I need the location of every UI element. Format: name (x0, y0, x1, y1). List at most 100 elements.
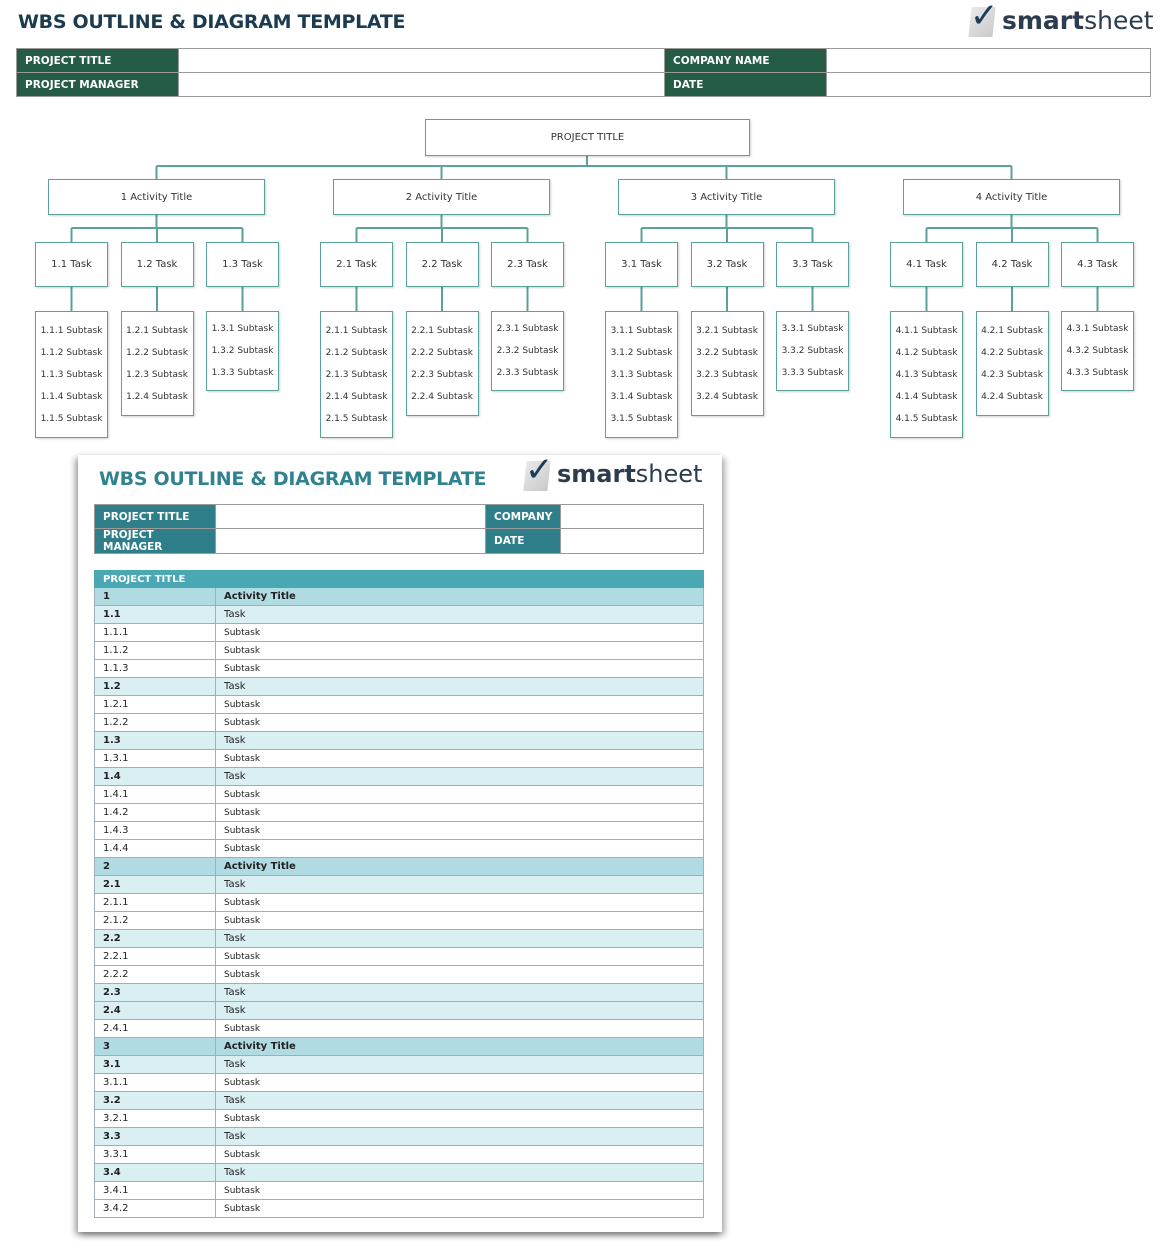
wbs-number[interactable]: 1.3.1 (94, 749, 216, 768)
wbs-description[interactable]: Task (215, 875, 704, 894)
root-node[interactable]: PROJECT TITLE (425, 119, 750, 156)
task-row[interactable]: 2.3 Task (94, 983, 704, 1002)
task-node[interactable]: 3.3 Task (776, 242, 849, 287)
wbs-number[interactable]: 2 (94, 857, 216, 876)
wbs-number[interactable]: 2.3 (94, 983, 216, 1002)
subtask-row[interactable]: 1.2.2 Subtask (94, 713, 704, 732)
wbs-number[interactable]: 3.4.2 (94, 1199, 216, 1218)
wbs-number[interactable]: 1.4.1 (94, 785, 216, 804)
task-node[interactable]: 4.2 Task (975, 242, 1049, 287)
subtask-item[interactable]: 1.1.2 Subtask (36, 346, 107, 368)
subtask-item[interactable]: 3.3.1 Subtask (777, 322, 848, 344)
subtask-row[interactable]: 1.1.2 Subtask (94, 641, 704, 660)
subtask-item[interactable]: 4.2.3 Subtask (977, 368, 1048, 390)
wbs-description[interactable]: Subtask (215, 1073, 704, 1092)
task-node[interactable]: 2.2 Task (405, 242, 479, 287)
subtask-row[interactable]: 2.2.1 Subtask (94, 947, 704, 966)
wbs-description[interactable]: Subtask (215, 1145, 704, 1164)
subtask-item[interactable]: 3.2.2 Subtask (692, 346, 763, 368)
wbs-number[interactable]: 3.2 (94, 1091, 216, 1110)
project-title-field[interactable] (215, 504, 486, 529)
subtask-item[interactable]: 3.1.1 Subtask (606, 324, 677, 346)
project-manager-field[interactable] (178, 72, 665, 97)
subtask-row[interactable]: 1.1.3 Subtask (94, 659, 704, 678)
subtask-item[interactable]: 2.1.4 Subtask (321, 390, 392, 412)
task-row[interactable]: 3.3 Task (94, 1127, 704, 1146)
activity-row[interactable]: 2 Activity Title (94, 857, 704, 876)
subtask-item[interactable]: 3.2.1 Subtask (692, 324, 763, 346)
wbs-description[interactable]: Task (215, 1055, 704, 1074)
wbs-description[interactable]: Subtask (215, 893, 704, 912)
wbs-number[interactable]: 2.4.1 (94, 1019, 216, 1038)
wbs-number[interactable]: 1.3 (94, 731, 216, 750)
wbs-number[interactable]: 2.1.2 (94, 911, 216, 930)
task-row[interactable]: 3.4 Task (94, 1163, 704, 1182)
wbs-number[interactable]: 3.4.1 (94, 1181, 216, 1200)
subtask-item[interactable]: 4.3.2 Subtask (1062, 344, 1133, 366)
wbs-number[interactable]: 2.2 (94, 929, 216, 948)
subtask-item[interactable]: 4.2.4 Subtask (977, 390, 1048, 412)
task-node[interactable]: 1.3 Task (206, 242, 279, 287)
wbs-description[interactable]: Task (215, 1127, 704, 1146)
subtask-row[interactable]: 2.1.2 Subtask (94, 911, 704, 930)
subtask-item[interactable]: 2.2.1 Subtask (407, 324, 478, 346)
wbs-description[interactable]: Subtask (215, 911, 704, 930)
wbs-description[interactable]: Activity Title (215, 587, 704, 606)
wbs-description[interactable]: Task (215, 1091, 704, 1110)
subtask-item[interactable]: 2.2.3 Subtask (407, 368, 478, 390)
subtask-item[interactable]: 1.1.4 Subtask (36, 390, 107, 412)
wbs-description[interactable]: Task (215, 605, 704, 624)
wbs-number[interactable]: 2.2.2 (94, 965, 216, 984)
company-field[interactable] (560, 504, 704, 529)
subtask-item[interactable]: 4.2.2 Subtask (977, 346, 1048, 368)
wbs-description[interactable]: Task (215, 767, 704, 786)
wbs-description[interactable]: Subtask (215, 947, 704, 966)
activity-node[interactable]: 2 Activity Title (333, 179, 550, 215)
wbs-description[interactable]: Subtask (215, 965, 704, 984)
subtask-row[interactable]: 2.2.2 Subtask (94, 965, 704, 984)
activity-row[interactable]: 3 Activity Title (94, 1037, 704, 1056)
task-node[interactable]: 3.2 Task (690, 242, 764, 287)
subtask-item[interactable]: 1.3.3 Subtask (207, 366, 278, 388)
subtask-item[interactable]: 2.1.1 Subtask (321, 324, 392, 346)
wbs-description[interactable]: Task (215, 1163, 704, 1182)
subtask-row[interactable]: 3.2.1 Subtask (94, 1109, 704, 1128)
activity-node[interactable]: 4 Activity Title (903, 179, 1120, 215)
task-node[interactable]: 2.3 Task (491, 242, 564, 287)
task-node[interactable]: 1.2 Task (120, 242, 194, 287)
subtask-row[interactable]: 1.4.4 Subtask (94, 839, 704, 858)
wbs-number[interactable]: 3.1.1 (94, 1073, 216, 1092)
wbs-number[interactable]: 3.2.1 (94, 1109, 216, 1128)
subtask-row[interactable]: 3.3.1 Subtask (94, 1145, 704, 1164)
wbs-description[interactable]: Subtask (215, 1199, 704, 1218)
wbs-number[interactable]: 1.4 (94, 767, 216, 786)
task-row[interactable]: 2.1 Task (94, 875, 704, 894)
activity-row[interactable]: 1 Activity Title (94, 587, 704, 606)
wbs-description[interactable]: Subtask (215, 713, 704, 732)
wbs-description[interactable]: Subtask (215, 749, 704, 768)
task-row[interactable]: 2.4 Task (94, 1001, 704, 1020)
subtask-item[interactable]: 4.1.3 Subtask (891, 368, 962, 390)
subtask-row[interactable]: 1.4.2 Subtask (94, 803, 704, 822)
wbs-description[interactable]: Subtask (215, 1019, 704, 1038)
subtask-item[interactable]: 3.1.5 Subtask (606, 412, 677, 434)
subtask-item[interactable]: 2.2.2 Subtask (407, 346, 478, 368)
task-row[interactable]: 1.3 Task (94, 731, 704, 750)
wbs-number[interactable]: 2.2.1 (94, 947, 216, 966)
wbs-description[interactable]: Subtask (215, 641, 704, 660)
subtask-item[interactable]: 3.3.2 Subtask (777, 344, 848, 366)
subtask-item[interactable]: 3.1.3 Subtask (606, 368, 677, 390)
task-node[interactable]: 4.1 Task (890, 242, 963, 287)
subtask-item[interactable]: 4.1.2 Subtask (891, 346, 962, 368)
subtask-item[interactable]: 4.3.3 Subtask (1062, 366, 1133, 388)
subtask-item[interactable]: 1.1.5 Subtask (36, 412, 107, 434)
subtask-row[interactable]: 1.4.3 Subtask (94, 821, 704, 840)
wbs-number[interactable]: 1.1 (94, 605, 216, 624)
task-row[interactable]: 3.1 Task (94, 1055, 704, 1074)
task-row[interactable]: 2.2 Task (94, 929, 704, 948)
subtask-item[interactable]: 1.2.4 Subtask (122, 390, 193, 412)
subtask-item[interactable]: 1.2.2 Subtask (122, 346, 193, 368)
wbs-number[interactable]: 1.1.1 (94, 623, 216, 642)
subtask-item[interactable]: 1.3.2 Subtask (207, 344, 278, 366)
wbs-description[interactable]: Subtask (215, 659, 704, 678)
